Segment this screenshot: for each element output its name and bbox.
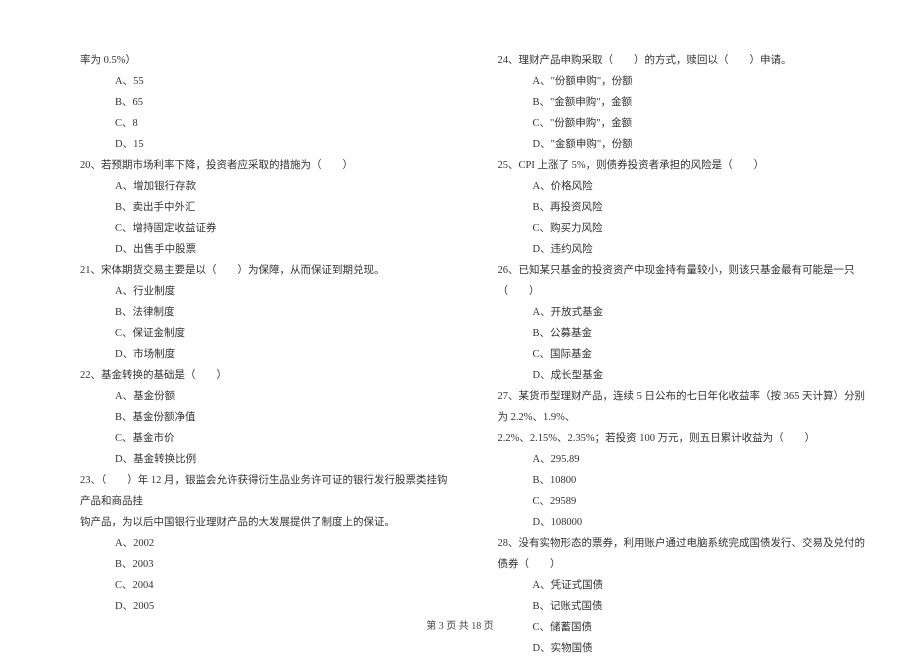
option-a: A、295.89 [533, 449, 876, 470]
option-c: C、增持固定收益证券 [115, 218, 458, 239]
right-column: 24、理财产品申购采取（ ）的方式，赎回以（ ）申请。 A、"份额申购"，份额 … [498, 50, 876, 659]
option-b: B、公募基金 [533, 323, 876, 344]
option-d: D、2005 [115, 596, 458, 617]
question-23-cont: 钩产品，为以后中国银行业理财产品的大发展提供了制度上的保证。 [80, 512, 458, 533]
page-content: 率为 0.5%） A、55 B、65 C、8 D、15 20、若预期市场利率下降… [0, 0, 920, 659]
question-21: 21、宋体期货交易主要是以（ ）为保障，从而保证到期兑现。 [80, 260, 458, 281]
question-20: 20、若预期市场利率下降，投资者应采取的措施为（ ） [80, 155, 458, 176]
question-28: 28、没有实物形态的票券，利用账户通过电脑系统完成国债发行、交易及兑付的债券（ … [498, 533, 876, 575]
option-a: A、基金份额 [115, 386, 458, 407]
option-a: A、开放式基金 [533, 302, 876, 323]
option-b: B、法律制度 [115, 302, 458, 323]
option-a: A、2002 [115, 533, 458, 554]
option-a: A、55 [115, 71, 458, 92]
option-b: B、10800 [533, 470, 876, 491]
question-fragment: 率为 0.5%） [80, 50, 458, 71]
option-c: C、国际基金 [533, 344, 876, 365]
question-25: 25、CPI 上涨了 5%，则债券投资者承担的风险是（ ） [498, 155, 876, 176]
option-b: B、卖出手中外汇 [115, 197, 458, 218]
question-23: 23、（ ）年 12 月，银监会允许获得衍生品业务许可证的银行发行股票类挂钩产品… [80, 470, 458, 512]
option-b: B、再投资风险 [533, 197, 876, 218]
option-d: D、违约风险 [533, 239, 876, 260]
option-c: C、"份额申购"，金额 [533, 113, 876, 134]
option-b: B、基金份额净值 [115, 407, 458, 428]
option-d: D、市场制度 [115, 344, 458, 365]
option-a: A、行业制度 [115, 281, 458, 302]
question-26: 26、已知某只基金的投资资产中现金持有量较小，则该只基金最有可能是一只（ ） [498, 260, 876, 302]
left-column: 率为 0.5%） A、55 B、65 C、8 D、15 20、若预期市场利率下降… [80, 50, 458, 659]
question-24: 24、理财产品申购采取（ ）的方式，赎回以（ ）申请。 [498, 50, 876, 71]
option-c: C、2004 [115, 575, 458, 596]
option-c: C、购买力风险 [533, 218, 876, 239]
option-a: A、价格风险 [533, 176, 876, 197]
question-27: 27、某货币型理财产品，连续 5 日公布的七日年化收益率（按 365 天计算）分… [498, 386, 876, 428]
option-d: D、出售手中股票 [115, 239, 458, 260]
option-b: B、"金额申购"，金额 [533, 92, 876, 113]
option-d: D、成长型基金 [533, 365, 876, 386]
question-22: 22、基金转换的基础是（ ） [80, 365, 458, 386]
option-a: A、凭证式国债 [533, 575, 876, 596]
page-footer: 第 3 页 共 18 页 [0, 617, 920, 632]
option-c: C、保证金制度 [115, 323, 458, 344]
question-27-cont: 2.2%、2.15%、2.35%；若投资 100 万元，则五日累计收益为（ ） [498, 428, 876, 449]
option-d: D、实物国债 [533, 638, 876, 659]
option-c: C、8 [115, 113, 458, 134]
option-d: D、基金转换比例 [115, 449, 458, 470]
option-b: B、2003 [115, 554, 458, 575]
option-d: D、"金额申购"，份额 [533, 134, 876, 155]
option-d: D、108000 [533, 512, 876, 533]
option-a: A、"份额申购"，份额 [533, 71, 876, 92]
option-c: C、29589 [533, 491, 876, 512]
option-c: C、基金市价 [115, 428, 458, 449]
option-a: A、增加银行存款 [115, 176, 458, 197]
option-b: B、65 [115, 92, 458, 113]
option-d: D、15 [115, 134, 458, 155]
option-b: B、记账式国债 [533, 596, 876, 617]
